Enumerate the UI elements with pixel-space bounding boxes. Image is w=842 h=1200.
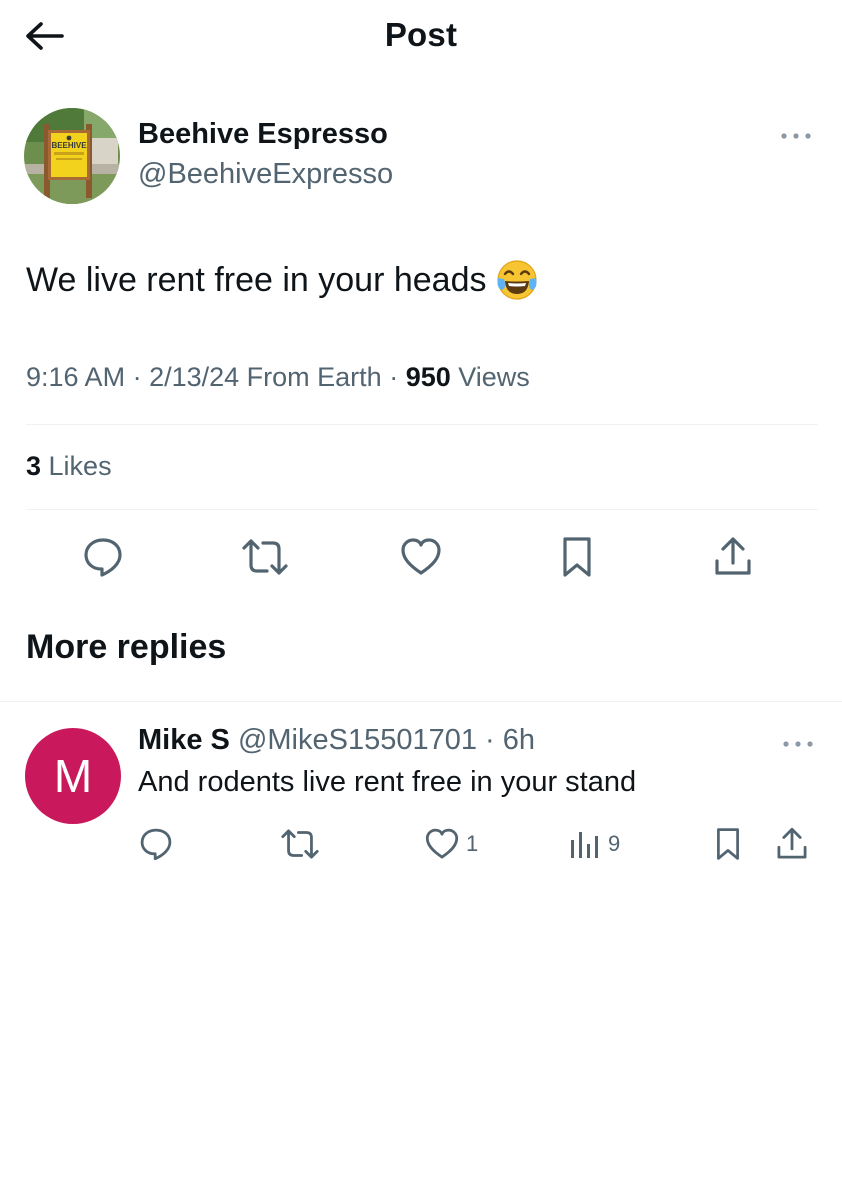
bookmark-button[interactable] [552, 532, 602, 582]
reply-header: Mike S @MikeS15501701 · 6h [138, 724, 535, 757]
reply-repost-button[interactable] [280, 822, 320, 866]
reply-button[interactable] [78, 532, 128, 582]
reply-author-handle[interactable]: @MikeS15501701 [238, 724, 477, 756]
more-dots-icon [781, 133, 811, 139]
likes-label: Likes [41, 451, 112, 481]
author-handle[interactable]: @BeehiveExpresso [138, 158, 393, 191]
more-replies-heading: More replies [26, 628, 227, 666]
reply-text: And rodents live rent free in your stand [138, 766, 637, 798]
like-button[interactable] [396, 532, 446, 582]
post-text-content: We live rent free in your heads [26, 260, 487, 299]
repost-button[interactable] [240, 532, 290, 582]
divider [26, 509, 818, 510]
more-options-button[interactable] [778, 126, 814, 146]
divider [26, 424, 818, 425]
post-location: From Earth [239, 362, 382, 392]
reply-share-button[interactable] [774, 822, 810, 866]
meta-separator: · [381, 362, 406, 392]
share-icon [777, 827, 807, 859]
more-dots-icon [783, 741, 813, 747]
share-button[interactable] [708, 532, 758, 582]
reply-likes-count: 1 [466, 831, 479, 856]
bookmark-icon [717, 828, 739, 860]
reply-like-button[interactable]: 1 [424, 822, 478, 866]
beehive-sign-photo: BEEHIVE [24, 108, 120, 204]
reply-icon [140, 828, 172, 861]
reply-bookmark-button[interactable] [712, 822, 744, 866]
post-action-bar [0, 532, 842, 582]
reply-icon [84, 538, 122, 577]
views-label: Views [450, 362, 530, 392]
author-name[interactable]: Beehive Espresso [138, 118, 388, 151]
reply-avatar[interactable]: M [25, 728, 121, 824]
repost-icon [281, 829, 319, 859]
likes-count-link[interactable]: 3 Likes [26, 451, 112, 482]
page-title: Post [384, 16, 458, 53]
post-text: We live rent free in your heads [26, 258, 539, 302]
repost-icon [242, 539, 288, 575]
share-icon [715, 537, 751, 575]
reply-author-name[interactable]: Mike S [138, 724, 230, 756]
top-bar: Post [0, 0, 842, 72]
analytics-bars-icon [571, 832, 598, 858]
reply-reply-button[interactable] [138, 822, 174, 866]
views-count: 950 [405, 362, 451, 392]
reply-item[interactable]: M Mike S @MikeS15501701 · 6h And rodents… [0, 702, 842, 882]
bookmark-icon [563, 537, 591, 577]
likes-count: 3 [26, 451, 42, 481]
meta-separator: · [125, 362, 150, 392]
post-time: 9:16 AM [26, 362, 126, 392]
reply-views-count: 9 [608, 831, 621, 856]
author-avatar[interactable]: BEEHIVE [24, 108, 120, 204]
heart-icon [425, 828, 459, 859]
reply-action-bar: 1 9 [0, 822, 842, 866]
tears-of-joy-emoji-icon [496, 260, 537, 300]
post-date: 2/13/24 [149, 362, 240, 392]
avatar-sign-text: BEEHIVE [51, 141, 87, 150]
reply-separator: · [476, 724, 503, 756]
post-author: BEEHIVE Beehive Espresso @BeehiveExpress… [24, 108, 818, 204]
post-meta: 9:16 AM · 2/13/24 From Earth · 950 Views [26, 362, 530, 393]
reply-more-options-button[interactable] [780, 734, 816, 754]
heart-icon [401, 538, 441, 575]
reply-time[interactable]: 6h [503, 724, 535, 756]
reply-views-button[interactable]: 9 [568, 822, 620, 866]
